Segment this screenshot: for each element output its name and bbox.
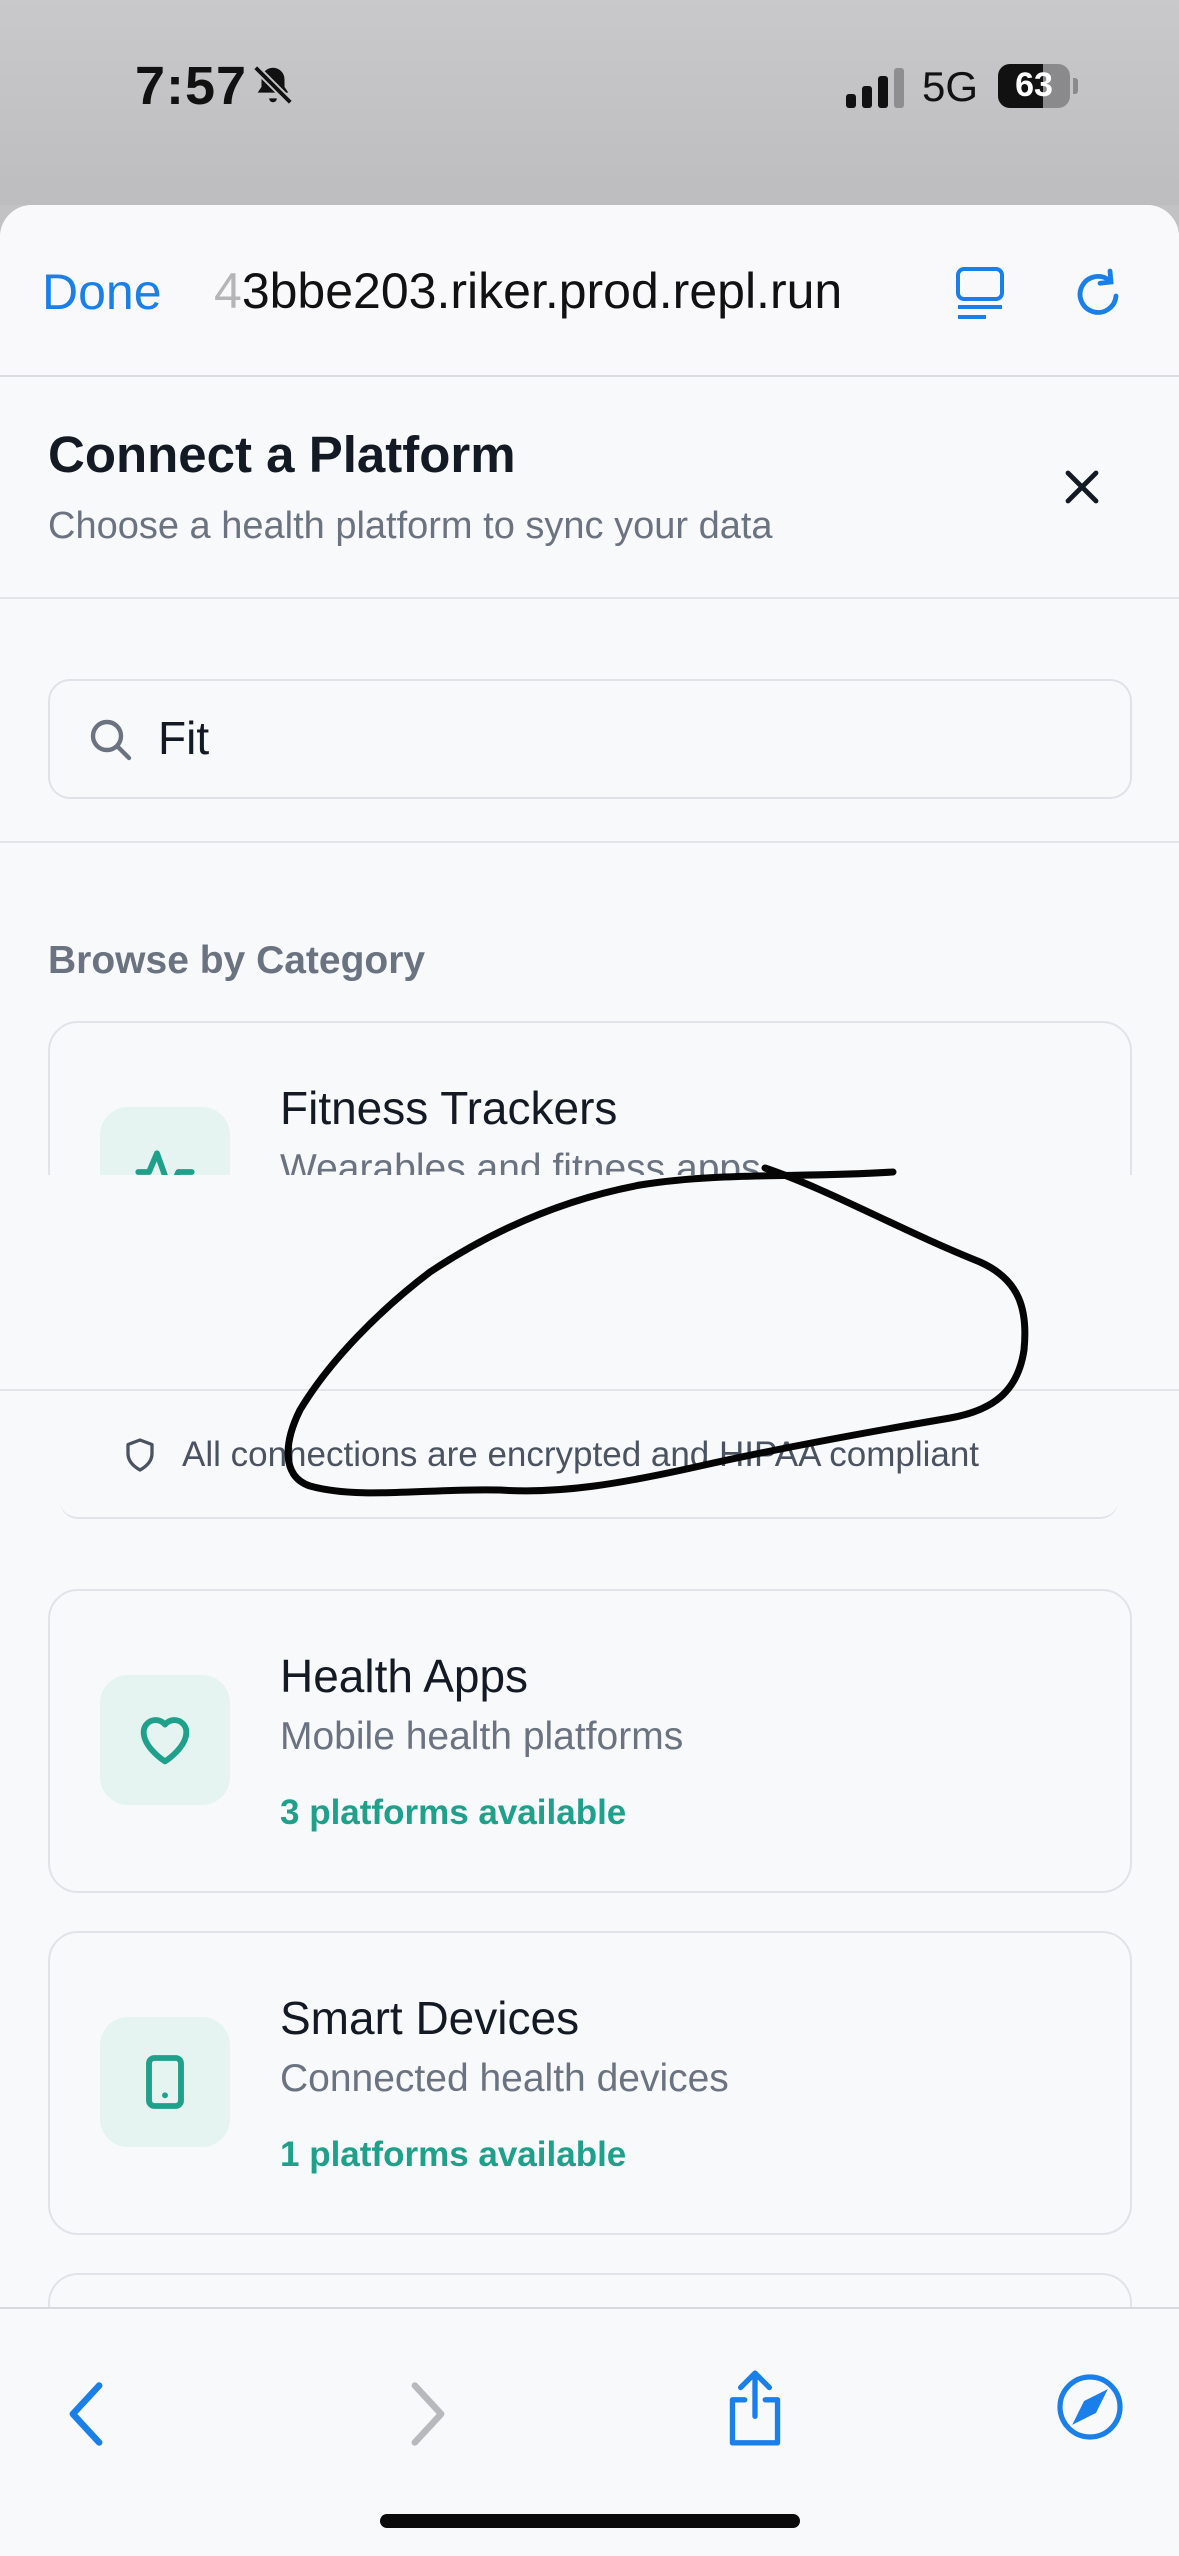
search-input[interactable]: Fit: [48, 679, 1132, 799]
status-bar: 7:57 5G 63: [0, 0, 1179, 205]
card-title: Smart Devices: [280, 1992, 580, 2044]
section-label: Browse by Category: [48, 939, 426, 982]
card-description: Connected health devices: [280, 2057, 729, 2100]
card-title: Fitness Trackers: [280, 1082, 618, 1134]
security-text: All connections are encrypted and HIPAA …: [182, 1435, 980, 1474]
card-edge: [60, 1501, 1118, 1519]
bell-muted-icon: [253, 65, 293, 105]
reload-icon[interactable]: [1072, 265, 1128, 323]
battery-cap: [1073, 78, 1078, 94]
home-indicator: [380, 2514, 800, 2528]
network-type: 5G: [922, 63, 979, 110]
card-icon-box: [100, 1675, 230, 1805]
modal-subtitle: Choose a health platform to sync your da…: [48, 505, 773, 547]
share-icon[interactable]: [722, 2367, 788, 2449]
forward-icon[interactable]: [406, 2379, 450, 2449]
close-icon[interactable]: [1058, 463, 1106, 511]
activity-icon: [135, 1150, 195, 1175]
heart-icon: [140, 1717, 190, 1765]
status-time: 7:57: [135, 56, 248, 116]
modal-header: Connect a Platform Choose a health platf…: [0, 377, 1179, 599]
shield-icon: [126, 1438, 154, 1472]
back-icon[interactable]: [64, 2379, 108, 2449]
security-banner: All connections are encrypted and HIPAA …: [0, 1389, 1179, 1519]
web-page: Connect a Platform Choose a health platf…: [0, 377, 1179, 2395]
card-description: Wearables and fitness apps: [280, 1147, 761, 1175]
battery-icon: 63: [998, 64, 1070, 108]
url-prefix: 4: [214, 263, 242, 319]
browser-top-bar: Done 43bbe203.riker.prod.repl.run: [0, 205, 1179, 377]
category-card-smart-devices[interactable]: Smart Devices Connected health devices 1…: [48, 1931, 1132, 2235]
reader-mode-icon[interactable]: [954, 265, 1006, 321]
compass-icon[interactable]: [1054, 2371, 1126, 2443]
tablet-icon: [146, 2055, 184, 2109]
search-icon: [90, 719, 132, 761]
search-section: Fit: [0, 599, 1179, 843]
done-button[interactable]: Done: [42, 263, 162, 321]
modal-title: Connect a Platform: [48, 426, 516, 483]
card-description: Mobile health platforms: [280, 1715, 684, 1758]
card-count: 3 platforms available: [280, 1793, 627, 1832]
category-clip: Fitness Trackers Wearables and fitness a…: [0, 1021, 1179, 1175]
card-title: Health Apps: [280, 1650, 529, 1702]
card-count: 1 platforms available: [280, 2135, 627, 2174]
url-text: 3bbe203.riker.prod.repl.run: [241, 263, 843, 319]
search-value: Fit: [158, 712, 210, 764]
battery-level: 63: [1015, 66, 1053, 104]
card-icon-box: [100, 1107, 230, 1175]
category-card-fitness-trackers[interactable]: Fitness Trackers Wearables and fitness a…: [48, 1021, 1132, 1175]
card-icon-box: [100, 2017, 230, 2147]
url-field[interactable]: 43bbe203.riker.prod.repl.run: [214, 262, 842, 320]
signal-icon: [846, 68, 904, 108]
category-card-health-apps[interactable]: Health Apps Mobile health platforms 3 pl…: [48, 1589, 1132, 1893]
browser-sheet: Done 43bbe203.riker.prod.repl.run Connec…: [0, 205, 1179, 2556]
